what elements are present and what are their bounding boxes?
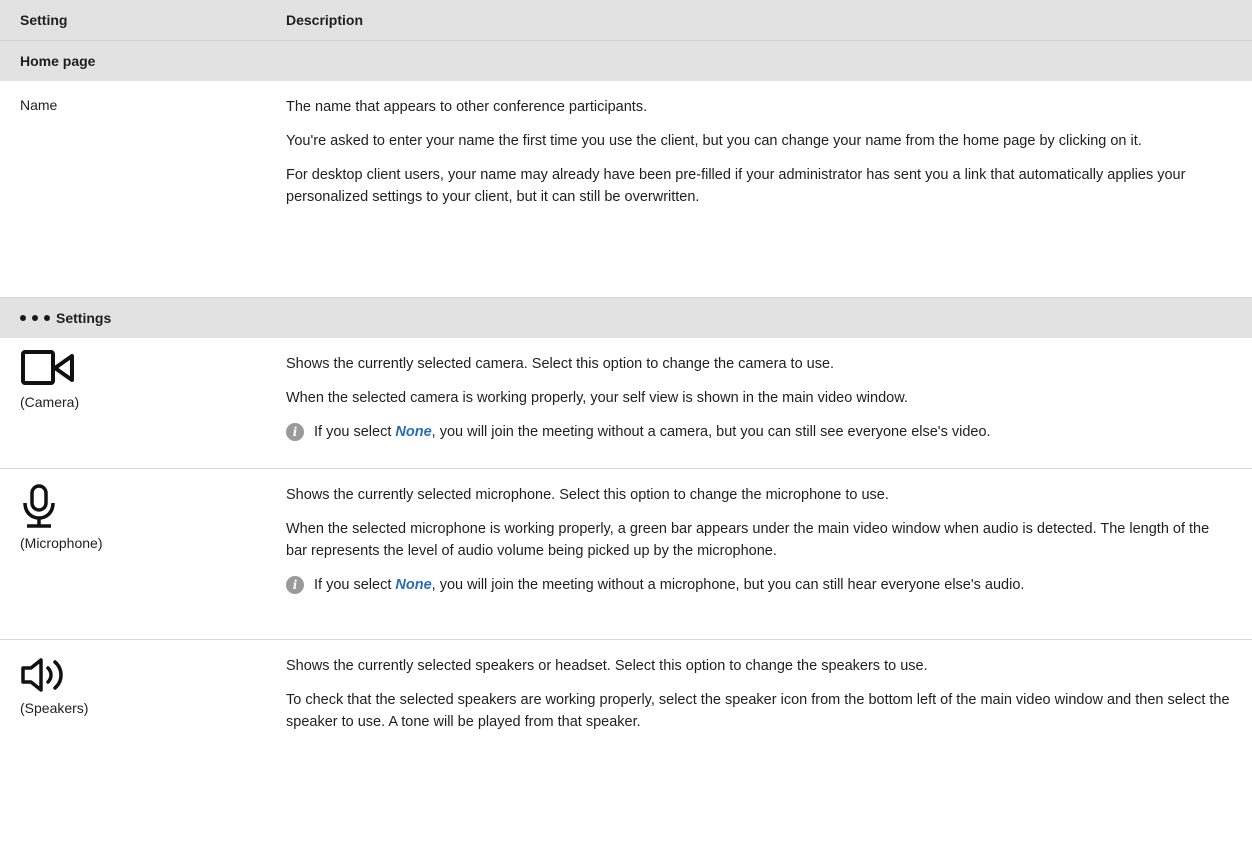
table-header: Setting Description (0, 0, 1252, 41)
section-title-wrap: Settings (0, 310, 111, 326)
info-note: i If you select None, you will join the … (286, 574, 1232, 596)
row-description: Shows the currently selected speakers or… (286, 640, 1252, 760)
description-text: You're asked to enter your name the firs… (286, 133, 1142, 149)
section-home-page: Home page (0, 41, 1252, 81)
microphone-icon (20, 483, 286, 529)
speaker-icon (20, 656, 286, 694)
row-description: Shows the currently selected microphone.… (286, 469, 1252, 639)
row-caption: (Microphone) (20, 535, 103, 551)
row-label: (Microphone) (0, 469, 286, 639)
keyword-none: None (395, 577, 432, 593)
settings-table: Setting Description Home page Name The n… (0, 0, 1252, 760)
section-settings: Settings (0, 298, 1252, 338)
note-text: If you select None, you will join the me… (314, 577, 1025, 593)
description-text: Shows the currently selected speakers or… (286, 658, 928, 674)
description-text: Shows the currently selected camera. Sel… (286, 356, 835, 372)
keyword-none: None (395, 424, 432, 440)
info-icon: i (286, 423, 304, 441)
header-description: Description (286, 12, 364, 28)
row-label: (Speakers) (0, 640, 286, 760)
description-text: Shows the currently selected microphone.… (286, 487, 889, 503)
note-text: If you select None, you will join the me… (314, 424, 991, 440)
table-row-name: Name The name that appears to other conf… (0, 81, 1252, 298)
description-text: When the selected microphone is working … (286, 521, 1210, 559)
more-dots-icon (20, 315, 50, 321)
header-setting: Setting (20, 12, 68, 28)
table-row-speakers: (Speakers) Shows the currently selected … (0, 640, 1252, 760)
description-text: When the selected camera is working prop… (286, 390, 908, 406)
row-description: The name that appears to other conferenc… (286, 81, 1252, 297)
description-text: To check that the selected speakers are … (286, 692, 1230, 730)
row-description: Shows the currently selected camera. Sel… (286, 338, 1252, 468)
info-note: i If you select None, you will join the … (286, 421, 1232, 443)
description-text: The name that appears to other conferenc… (286, 99, 648, 115)
description-text: For desktop client users, your name may … (286, 167, 1186, 205)
row-caption: (Speakers) (20, 700, 89, 716)
info-icon: i (286, 576, 304, 594)
row-label: Name (20, 97, 58, 113)
row-caption: (Camera) (20, 394, 80, 410)
row-label: (Camera) (0, 338, 286, 468)
section-title: Settings (56, 310, 112, 326)
section-title: Home page (20, 53, 96, 69)
table-row-camera: (Camera) Shows the currently selected ca… (0, 338, 1252, 469)
video-camera-icon (20, 348, 286, 388)
table-row-microphone: (Microphone) Shows the currently selecte… (0, 469, 1252, 640)
